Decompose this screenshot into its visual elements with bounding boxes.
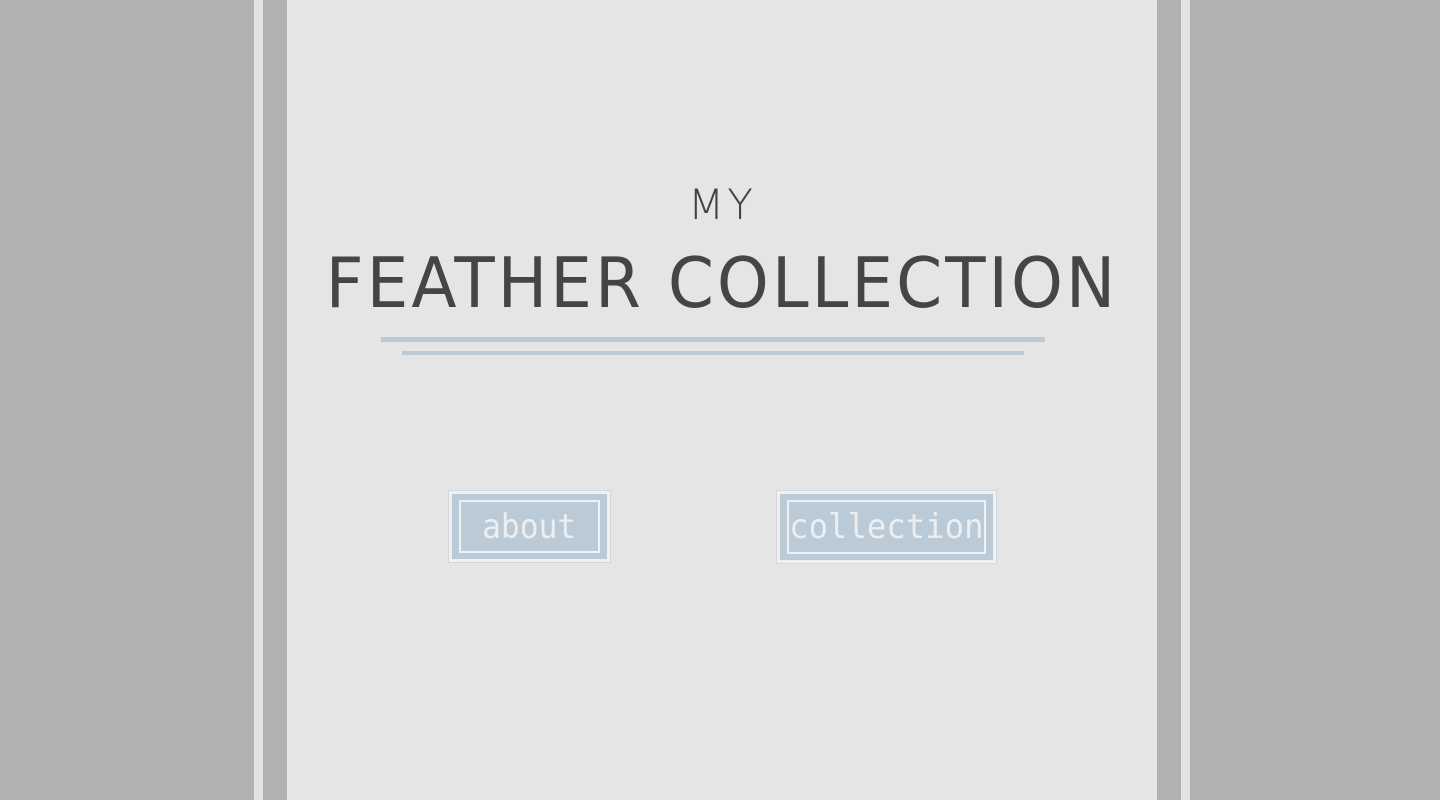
about-button[interactable]: about	[448, 490, 611, 563]
title-underline-top	[381, 337, 1045, 342]
about-button-frame: about	[459, 500, 600, 553]
page-title: feather collection	[325, 243, 1119, 324]
about-button-label: about	[482, 506, 577, 547]
collection-button[interactable]: collection	[776, 490, 997, 564]
main-panel: my feather collection about collection	[287, 0, 1157, 800]
frame-stripe-left-gray	[263, 0, 287, 800]
frame-stripe-right-gray	[1157, 0, 1181, 800]
collection-button-frame: collection	[787, 500, 986, 554]
title-underline-bottom	[402, 351, 1024, 355]
page: my feather collection about collection	[0, 0, 1440, 800]
title-kicker: my	[688, 180, 756, 229]
frame-stripe-left-light	[254, 0, 263, 800]
frame-stripe-right-light	[1181, 0, 1190, 800]
collection-button-label: collection	[789, 507, 984, 547]
